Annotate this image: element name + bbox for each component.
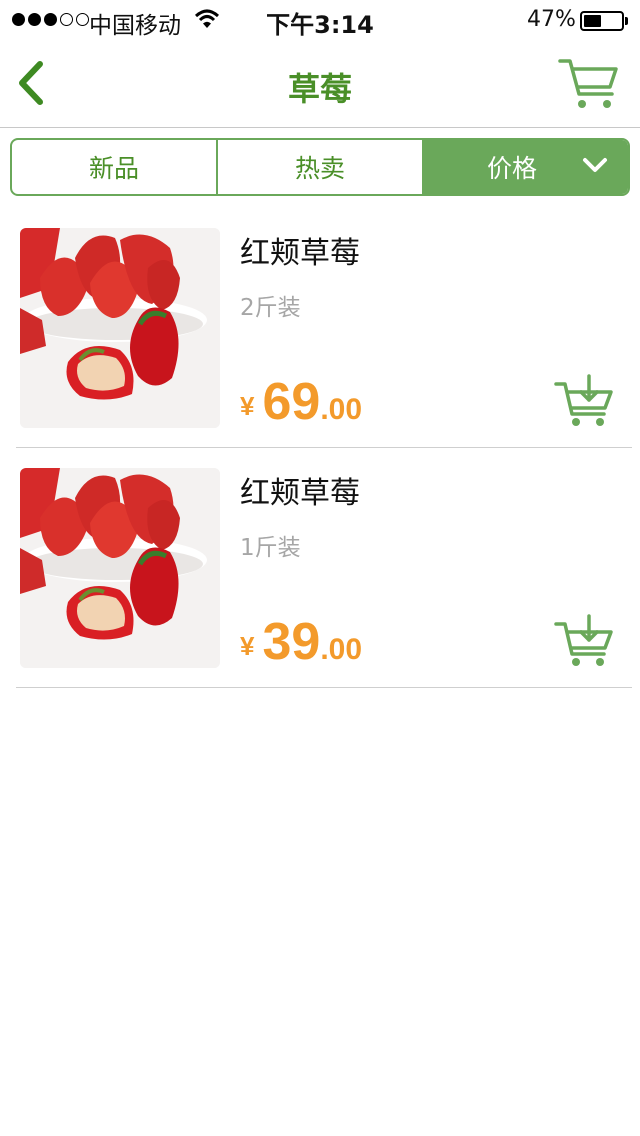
add-to-cart-icon (554, 374, 613, 426)
price-integer: 39 (262, 613, 321, 671)
product-spec: 1斤装 (240, 535, 301, 561)
page-title: 草莓 (287, 70, 352, 108)
battery-icon (580, 11, 624, 31)
tab-new-label: 新品 (88, 154, 139, 183)
tab-hot-label: 热卖 (294, 154, 345, 183)
price-integer: 69 (262, 373, 321, 431)
tab-hot[interactable]: 热卖 (216, 140, 422, 194)
navigation-bar: 草莓 (0, 40, 640, 128)
battery-tip (625, 17, 628, 25)
product-spec: 2斤装 (240, 295, 301, 321)
divider (16, 687, 632, 688)
product-name[interactable]: 红颊草莓 (240, 468, 360, 512)
shopping-cart-icon (558, 59, 618, 108)
product-image[interactable] (20, 228, 220, 428)
add-to-cart-icon (554, 614, 613, 666)
price-decimal: .00 (320, 393, 363, 426)
tab-new[interactable]: 新品 (12, 140, 216, 194)
chevron-down-icon (583, 158, 607, 172)
product-image[interactable] (20, 468, 220, 668)
add-to-cart-button[interactable] (552, 614, 616, 668)
product-price: ¥69.00 (240, 372, 362, 432)
status-bar: 中国移动 下午3:14 47% (0, 0, 640, 40)
cart-button[interactable] (556, 54, 620, 112)
battery-percent: 47% (527, 7, 576, 32)
product-item[interactable]: 红颊草莓 1斤装 ¥39.00 (0, 448, 640, 688)
product-price: ¥39.00 (240, 612, 362, 672)
currency-symbol: ¥ (240, 631, 255, 661)
tab-price[interactable]: 价格 (422, 140, 628, 194)
sort-tabs: 新品 热卖 价格 (10, 138, 630, 196)
tab-price-label: 价格 (486, 154, 537, 183)
currency-symbol: ¥ (240, 391, 255, 421)
add-to-cart-button[interactable] (552, 374, 616, 428)
product-item[interactable]: 红颊草莓 2斤装 ¥69.00 (0, 208, 640, 448)
product-name[interactable]: 红颊草莓 (240, 228, 360, 272)
product-list: 红颊草莓 2斤装 ¥69.00 红颊草莓 1斤装 ¥ 39.00 (0, 208, 640, 688)
price-decimal: .00 (320, 633, 363, 666)
